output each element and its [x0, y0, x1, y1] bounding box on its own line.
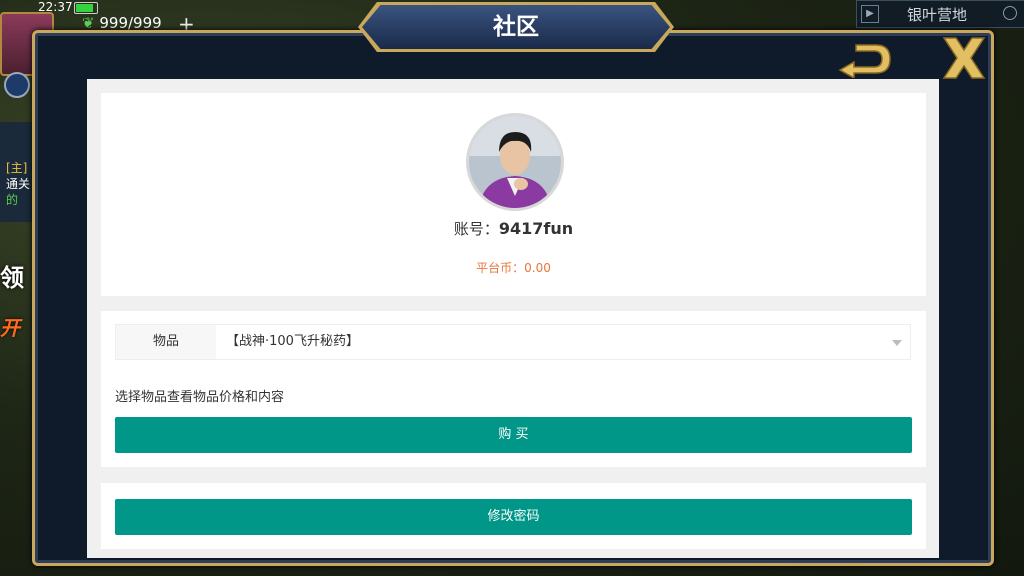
quest-tag: [主] [6, 161, 28, 175]
account-label: 账号： [453, 220, 499, 238]
back-arrow-icon [838, 44, 891, 80]
item-label: 物品 [116, 325, 216, 359]
coin-label: 平台币： [476, 261, 525, 275]
coin-value: 0.00 [524, 261, 551, 275]
location-bar[interactable]: ▶ 银叶营地 [856, 0, 1024, 28]
search-icon[interactable] [1003, 6, 1017, 20]
chevron-down-icon[interactable] [892, 340, 902, 346]
change-password-button[interactable]: 修改密码 [115, 499, 912, 535]
item-row: 物品 【战神·100飞升秘药】 [115, 324, 911, 360]
account-line: 账号：9417fun [101, 218, 926, 239]
play-icon[interactable]: ▶ [861, 5, 879, 23]
coin-line: 平台币：0.00 [101, 259, 926, 276]
location-name: 银叶营地 [907, 6, 968, 24]
left-event-text[interactable]: 开 [0, 312, 20, 341]
buy-button[interactable]: 购 买 [115, 417, 912, 453]
back-button[interactable] [834, 40, 894, 80]
level-badge [4, 72, 30, 98]
account-id: 9417fun [498, 219, 574, 238]
community-panel: 账号：9417fun 平台币：0.00 物品 【战神·100飞升秘药】 选择物品… [87, 79, 939, 558]
item-selected-value: 【战神·100飞升秘药】 [226, 334, 359, 349]
item-card: 物品 【战神·100飞升秘药】 选择物品查看物品价格和内容 购 买 [101, 311, 926, 467]
close-x-icon [942, 37, 986, 79]
left-banner-text: 领 [0, 264, 24, 292]
item-select[interactable]: 【战神·100飞升秘药】 [216, 325, 910, 359]
dialog-title: 社区 [493, 14, 539, 40]
avatar-image [469, 116, 561, 208]
item-hint: 选择物品查看物品价格和内容 [115, 390, 285, 405]
quest-line-1: 通关 [6, 177, 31, 191]
password-card: 修改密码 [101, 483, 926, 549]
quest-text: [主] 通关 的 [6, 160, 30, 208]
user-avatar [466, 113, 564, 211]
quest-line-2: 的 [6, 193, 19, 207]
profile-card: 账号：9417fun 平台币：0.00 [101, 93, 926, 296]
close-button[interactable] [938, 34, 990, 82]
battery-icon [74, 2, 98, 14]
